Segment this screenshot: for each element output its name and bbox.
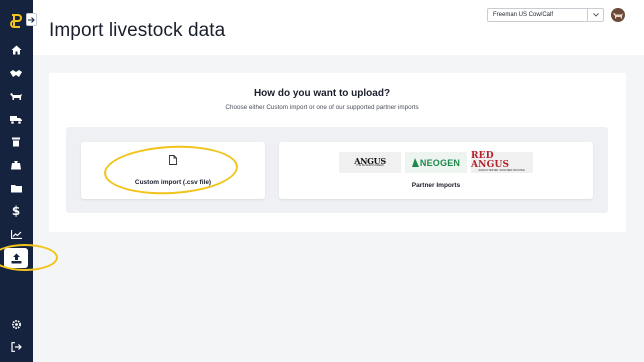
chart-icon bbox=[10, 229, 22, 239]
sidebar-item-reports[interactable] bbox=[4, 224, 28, 244]
page-title: Import livestock data bbox=[49, 20, 226, 41]
sidebar-item-handshake[interactable] bbox=[4, 63, 28, 83]
sidebar-item-feed[interactable] bbox=[4, 155, 28, 175]
neogen-mark-icon bbox=[411, 158, 419, 167]
sidebar: $ bbox=[0, 0, 33, 362]
upload-heading: How do you want to upload? bbox=[253, 88, 391, 99]
sidebar-item-transport[interactable] bbox=[4, 109, 28, 129]
custom-import-option[interactable] bbox=[81, 142, 265, 199]
neogen-logo-text: NEOGEN bbox=[419, 157, 461, 168]
account-select-value: Freeman US Cow/Calf bbox=[493, 12, 554, 18]
bin-icon bbox=[12, 137, 20, 147]
sidebar-item-home[interactable] bbox=[4, 40, 28, 60]
sidebar-collapse-button[interactable] bbox=[26, 13, 37, 26]
bag-icon bbox=[11, 161, 21, 170]
sidebar-item-finance[interactable]: $ bbox=[4, 201, 28, 221]
truck-icon bbox=[10, 115, 22, 124]
sidebar-item-logout[interactable] bbox=[4, 337, 28, 357]
chevron-down-icon bbox=[587, 9, 603, 21]
sidebar-item-files[interactable] bbox=[4, 178, 28, 198]
red-angus-logo-text: RED ANGUS bbox=[471, 151, 510, 171]
logout-icon bbox=[10, 342, 22, 352]
file-icon bbox=[168, 154, 178, 165]
partner-logo-angus[interactable]: ANGUS THE BUSINESS BREED bbox=[339, 152, 401, 173]
account-select[interactable]: Freeman US Cow/Calf bbox=[487, 8, 604, 22]
partner-logo-neogen[interactable]: NEOGEN bbox=[405, 152, 467, 173]
partner-logo-red-angus[interactable]: RED ANGUS RANCH-TESTED. RANCHER-TRUSTED. bbox=[471, 152, 533, 173]
sidebar-item-inventory[interactable] bbox=[4, 132, 28, 152]
cow-avatar-icon bbox=[613, 12, 623, 18]
dollar-icon: $ bbox=[11, 204, 21, 218]
partner-imports-label: Partner Imports bbox=[411, 182, 461, 189]
gear-icon bbox=[11, 319, 21, 329]
upload-icon bbox=[11, 253, 21, 263]
handshake-icon bbox=[10, 69, 22, 77]
content-background bbox=[33, 232, 644, 362]
folder-icon bbox=[10, 184, 22, 192]
sidebar-item-settings[interactable] bbox=[4, 314, 28, 334]
app-logo[interactable] bbox=[7, 12, 25, 30]
home-icon bbox=[11, 45, 21, 55]
custom-import-label: Custom import (.csv file) bbox=[134, 179, 212, 186]
avatar[interactable] bbox=[611, 8, 625, 22]
arrow-right-icon bbox=[28, 16, 35, 23]
sidebar-item-import[interactable] bbox=[4, 248, 28, 268]
upload-subheading: Choose either Custom import or one of ou… bbox=[225, 104, 419, 111]
